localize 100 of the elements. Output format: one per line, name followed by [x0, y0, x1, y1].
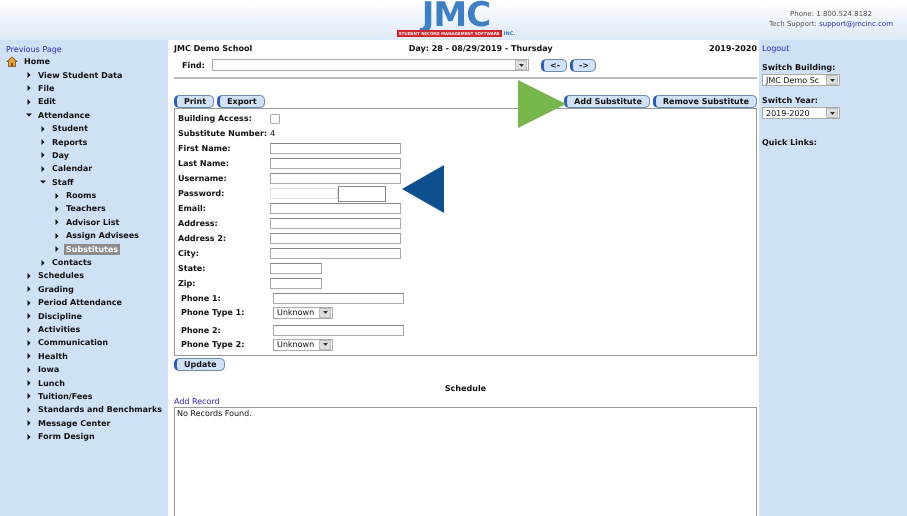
phone-type-dropdown[interactable]: Unknown	[273, 306, 333, 319]
nav-item[interactable]: Assign Advisees	[64, 230, 141, 242]
building-dropdown[interactable]: JMC Demo Sc	[762, 74, 840, 86]
expand-triangle-icon[interactable]	[26, 98, 32, 105]
toolbar-button[interactable]: Print	[174, 95, 214, 108]
caret-icon	[830, 112, 834, 114]
toolbar-button[interactable]: Remove Substitute	[652, 95, 757, 108]
field-label: Substitute Number:	[178, 129, 268, 138]
expand-triangle-icon[interactable]	[26, 272, 32, 279]
switch-year-label: Switch Year:	[762, 96, 819, 105]
nav-item[interactable]: Rooms	[64, 190, 98, 202]
add-record-link[interactable]: Add Record	[174, 397, 220, 406]
expand-triangle-icon[interactable]	[26, 380, 32, 386]
expand-triangle-icon[interactable]	[54, 219, 60, 226]
year-dropdown[interactable]: 2019-2020	[762, 107, 840, 119]
nav-item[interactable]: Activities	[36, 324, 82, 335]
expand-triangle-icon[interactable]	[40, 126, 46, 132]
input-field[interactable]	[273, 292, 404, 304]
nav-item[interactable]: File	[36, 82, 56, 94]
input-field[interactable]	[270, 263, 322, 274]
toolbar-button[interactable]: Add Substitute	[564, 95, 650, 108]
expand-triangle-icon[interactable]	[54, 246, 60, 252]
nav-item[interactable]: Home	[22, 56, 52, 68]
nav-item[interactable]: Iowa	[36, 364, 62, 376]
logout-link[interactable]: Logout	[762, 44, 790, 53]
input-field[interactable]	[270, 173, 401, 184]
password-field[interactable]	[270, 188, 338, 199]
nav-item[interactable]: Standards and Benchmarks	[36, 404, 164, 416]
input-field[interactable]	[270, 218, 401, 229]
field-label: Phone Type 1:	[181, 308, 246, 318]
input-field[interactable]	[270, 203, 401, 214]
input-field[interactable]	[273, 324, 404, 336]
collapse-triangle-icon[interactable]	[26, 112, 32, 118]
expand-triangle-icon[interactable]	[54, 232, 60, 239]
field-label: Phone 2:	[181, 326, 222, 335]
house-icon	[6, 56, 18, 68]
expand-triangle-icon[interactable]	[54, 206, 60, 212]
expand-triangle-icon[interactable]	[26, 340, 32, 346]
nav-item[interactable]: Communication	[36, 337, 110, 348]
nav-item[interactable]: View Student Data	[36, 70, 124, 81]
nav-item[interactable]: Teachers	[64, 203, 108, 214]
toolbar-button[interactable]: Export	[217, 95, 265, 108]
expand-triangle-icon[interactable]	[40, 260, 46, 266]
nav-item[interactable]: Schedules	[36, 270, 86, 282]
expand-triangle-icon[interactable]	[26, 326, 32, 332]
checkbox[interactable]	[270, 114, 280, 124]
nav-item[interactable]: Day	[50, 150, 72, 161]
input-field[interactable]	[270, 158, 401, 169]
previous-page-link[interactable]: Previous Page	[6, 44, 168, 55]
field-label: Address 2:	[178, 234, 228, 243]
nav-item[interactable]: Grading	[36, 284, 76, 295]
expand-triangle-icon[interactable]	[26, 300, 32, 306]
input-field[interactable]	[270, 278, 322, 289]
nav-button[interactable]: ->	[570, 58, 596, 72]
nav-item[interactable]: Calendar	[50, 163, 94, 174]
nav-item[interactable]: Tuition/Fees	[36, 390, 94, 402]
expand-triangle-icon[interactable]	[26, 406, 32, 413]
nav-item[interactable]: Form Design	[36, 431, 97, 442]
field-label: Building Access:	[178, 114, 253, 123]
expand-triangle-icon[interactable]	[26, 85, 32, 92]
expand-triangle-icon[interactable]	[26, 393, 32, 400]
nav-item[interactable]: Reports	[50, 136, 90, 148]
nav-item[interactable]: Attendance	[36, 110, 92, 121]
nav-item[interactable]: Student	[50, 123, 90, 134]
expand-triangle-icon[interactable]	[26, 420, 32, 426]
field-label: Password:	[178, 189, 226, 198]
nav-item[interactable]: Edit	[36, 96, 58, 108]
expand-triangle-icon[interactable]	[26, 286, 32, 292]
input-field[interactable]	[270, 248, 401, 259]
input-field[interactable]	[270, 143, 401, 154]
nav-item[interactable]: Advisor List	[64, 216, 122, 228]
expand-triangle-icon[interactable]	[26, 366, 32, 373]
input-field[interactable]	[270, 233, 401, 244]
empty-message: No Records Found.	[177, 409, 252, 418]
expand-triangle-icon[interactable]	[40, 139, 46, 146]
expand-triangle-icon[interactable]	[26, 313, 32, 320]
expand-triangle-icon[interactable]	[40, 166, 46, 172]
confirm-password-field[interactable]	[338, 186, 386, 202]
expand-triangle-icon[interactable]	[40, 152, 46, 158]
caret-icon	[830, 78, 834, 82]
nav-item[interactable]: Staff	[50, 176, 76, 188]
field-label: Zip:	[178, 279, 196, 288]
field-label: First Name:	[178, 144, 232, 153]
expand-triangle-icon[interactable]	[26, 434, 32, 440]
expand-triangle-icon[interactable]	[26, 72, 32, 78]
field-label: Last Name:	[178, 159, 230, 168]
update-button[interactable]: Update	[174, 358, 225, 371]
nav-item[interactable]: Period Attendance	[36, 297, 124, 308]
nav-item[interactable]: Lunch	[36, 378, 67, 389]
nav-item[interactable]: Message Center	[36, 418, 112, 429]
nav-item[interactable]: Discipline	[36, 310, 84, 322]
nav-button[interactable]: <-	[541, 58, 568, 72]
nav-item[interactable]: Health	[36, 350, 70, 362]
nav-item[interactable]: Contacts	[50, 257, 94, 268]
expand-triangle-icon[interactable]	[54, 192, 60, 199]
field-label: Phone 1:	[181, 294, 222, 303]
caret-icon	[322, 311, 328, 314]
collapse-triangle-icon[interactable]	[40, 179, 46, 186]
expand-triangle-icon[interactable]	[26, 353, 32, 360]
phone-type-dropdown[interactable]: Unknown	[273, 338, 333, 351]
